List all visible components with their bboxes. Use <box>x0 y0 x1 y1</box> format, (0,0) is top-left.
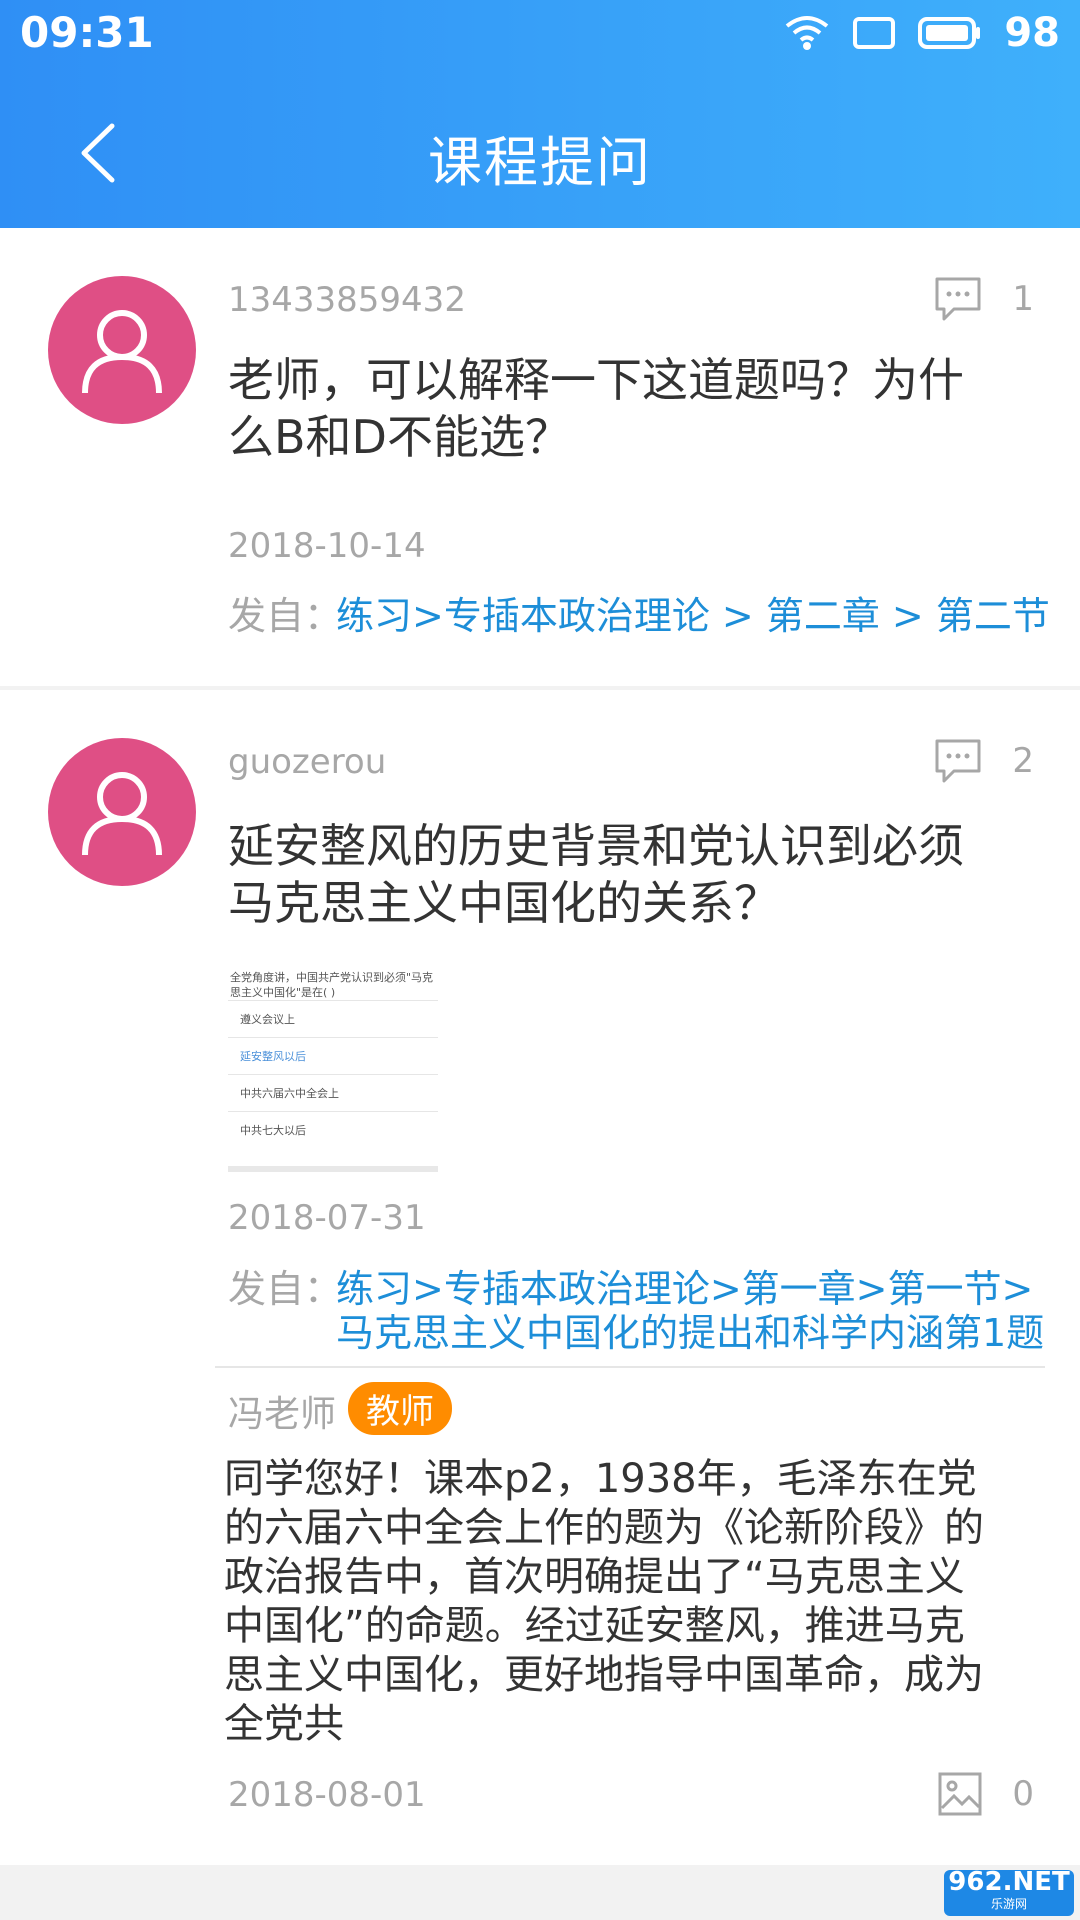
status-icons: 98 <box>784 10 1060 56</box>
wifi-icon <box>786 16 829 50</box>
teacher-badge: 教师 <box>348 1382 452 1435</box>
reply-date: 2018-08-01 <box>228 1775 426 1815</box>
thumb-question: 全党角度讲，中国共产党认识到必须"马克思主义中国化"是在( ) <box>230 971 434 999</box>
post-date: 2018-10-14 <box>228 526 426 566</box>
status-time: 09:31 <box>20 8 154 57</box>
thumb-option: 遵义会议上 <box>228 1000 438 1037</box>
thumb-option: 中共七大以后 <box>228 1111 438 1148</box>
page-title: 课程提问 <box>428 131 652 194</box>
comment-count-value: 1 <box>1012 279 1034 319</box>
reply-divider <box>215 1366 1045 1368</box>
watermark-logo: 962.NET 乐游网 <box>944 1867 1074 1916</box>
thumb-option: 延安整风以后 <box>228 1037 438 1074</box>
source-label: 发自： <box>228 594 343 638</box>
comment-icon <box>935 739 981 783</box>
comment-count[interactable]: 2 <box>934 738 1034 784</box>
question-image[interactable]: 全党角度讲，中国共产党认识到必须"马克思主义中国化"是在( ) 遵义会议上 延安… <box>228 966 438 1172</box>
post-date: 2018-07-31 <box>228 1198 426 1238</box>
user-icon <box>82 772 162 856</box>
reply-text: 同学您好！课本p2，1938年，毛泽东在党的六届六中全会上作的题为《论新阶段》的… <box>224 1456 984 1747</box>
image-icon <box>938 1772 982 1816</box>
post-source[interactable]: 发自： 练习>专插本政治理论>第一章>第一节>马克思主义中国化的提出和科学内涵第… <box>228 1267 1048 1357</box>
source-link[interactable]: 练习>专插本政治理论>第一章>第一节>马克思主义中国化的提出和科学内涵第1题 <box>336 1267 1056 1355</box>
comment-count-value: 2 <box>1012 741 1034 781</box>
watermark-sub: 乐游网 <box>990 1897 1027 1911</box>
thumb-option: 中共六届六中全会上 <box>228 1074 438 1111</box>
question-card[interactable]: 13433859432 1 老师，可以解释一下这道题吗？为什么B和D不能选？ 2… <box>0 228 1080 686</box>
comment-icon <box>935 277 981 321</box>
image-count[interactable]: 0 <box>938 1772 1034 1816</box>
battery-level: 98 <box>1004 10 1060 56</box>
app-header: 09:31 98 课程提问 <box>0 0 1080 228</box>
avatar[interactable] <box>48 276 196 424</box>
username: guozerou <box>228 742 387 782</box>
sim-icon <box>853 17 896 49</box>
comment-count[interactable]: 1 <box>934 276 1034 322</box>
source-link[interactable]: 练习>专插本政治理论 > 第二章 > 第二节 <box>336 594 1056 638</box>
source-label: 发自： <box>228 1267 343 1311</box>
username: 13433859432 <box>228 280 466 320</box>
watermark-text: 962.NET <box>948 1867 1070 1897</box>
avatar[interactable] <box>48 738 196 886</box>
post-source[interactable]: 发自： 练习>专插本政治理论 > 第二章 > 第二节 <box>228 594 1050 644</box>
teacher-name: 冯老师 <box>228 1394 337 1435</box>
image-count-value: 0 <box>1012 1774 1034 1814</box>
user-icon <box>82 310 162 394</box>
battery-icon <box>918 17 981 49</box>
question-text: 老师，可以解释一下这道题吗？为什么B和D不能选？ <box>228 353 964 464</box>
question-text: 延安整风的历史背景和党认识到必须马克思主义中国化的关系？ <box>228 819 964 930</box>
